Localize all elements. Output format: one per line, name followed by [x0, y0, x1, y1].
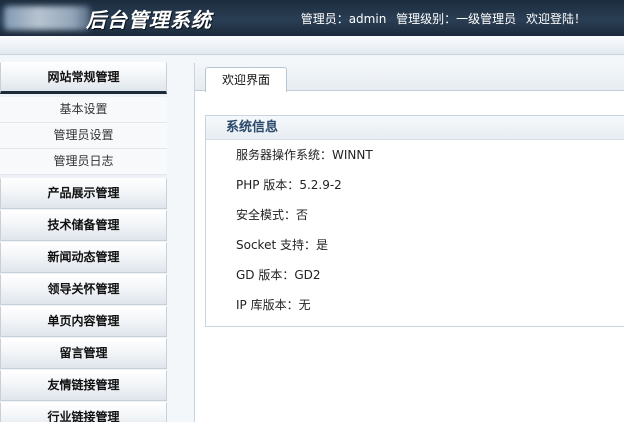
info-label: IP 库版本：	[236, 298, 299, 312]
logo-image	[4, 6, 90, 30]
menu-group-leadership[interactable]: 领导关怀管理	[0, 274, 167, 305]
menu-group-tech-reserve[interactable]: 技术储备管理	[0, 210, 167, 241]
system-info-panel: 系统信息 服务器操作系统：WINNT PHP 版本：5.2.9-2 安全模式：否…	[205, 115, 624, 327]
info-row-php: PHP 版本：5.2.9-2	[206, 170, 624, 200]
main-content: 欢迎界面 系统信息 服务器操作系统：WINNT PHP 版本：5.2.9-2 安…	[194, 63, 624, 422]
info-value: 是	[315, 238, 328, 252]
menu-item-admin-settings[interactable]: 管理员设置	[0, 123, 167, 149]
menu-group-industry-links[interactable]: 行业链接管理	[0, 402, 167, 422]
level-label: 管理级别：一级管理员	[396, 12, 517, 26]
sidebar-menu: 网站常规管理 基本设置 管理员设置 管理员日志 产品展示管理 技术储备管理 新闻…	[0, 62, 167, 422]
info-value: 5.2.9-2	[299, 178, 342, 192]
panel-title: 系统信息	[206, 116, 624, 140]
info-label: PHP 版本：	[236, 178, 300, 192]
menu-group-friend-links[interactable]: 友情链接管理	[0, 370, 167, 401]
system-title: 后台管理系统	[86, 8, 212, 32]
info-row-os: 服务器操作系统：WINNT	[206, 140, 624, 170]
top-header: 后台管理系统 管理员：admin 管理级别：一级管理员 欢迎登陆！	[0, 0, 624, 36]
info-label: 服务器操作系统：	[236, 148, 333, 162]
tab-strip: 欢迎界面	[195, 63, 624, 92]
submenu-site-general: 基本设置 管理员设置 管理员日志	[0, 95, 167, 178]
info-label: 安全模式：	[236, 208, 297, 222]
info-value: WINNT	[332, 148, 373, 162]
info-label: GD 版本：	[236, 268, 295, 282]
info-row-safe-mode: 安全模式：否	[206, 200, 624, 230]
admin-label: 管理员：admin	[300, 12, 387, 26]
welcome-text: 欢迎登陆！	[525, 12, 586, 26]
info-row-socket: Socket 支持：是	[206, 230, 624, 260]
menu-group-single-page[interactable]: 单页内容管理	[0, 306, 167, 337]
menu-group-news[interactable]: 新闻动态管理	[0, 242, 167, 273]
info-label: Socket 支持：	[236, 238, 316, 252]
info-row-ip-lib: IP 库版本：无	[206, 290, 624, 320]
menu-group-site-general[interactable]: 网站常规管理	[0, 62, 167, 94]
menu-group-messages[interactable]: 留言管理	[0, 338, 167, 369]
tab-welcome[interactable]: 欢迎界面	[205, 67, 287, 92]
info-value: 无	[298, 298, 311, 312]
info-value: 否	[296, 208, 309, 222]
info-row-gd: GD 版本：GD2	[206, 260, 624, 290]
info-value: GD2	[294, 268, 321, 282]
header-sub-bar	[0, 36, 624, 55]
menu-group-products[interactable]: 产品展示管理	[0, 178, 167, 209]
menu-item-admin-log[interactable]: 管理员日志	[0, 149, 167, 175]
menu-item-basic-settings[interactable]: 基本设置	[0, 97, 167, 123]
user-info: 管理员：admin 管理级别：一级管理员 欢迎登陆！	[295, 10, 586, 27]
